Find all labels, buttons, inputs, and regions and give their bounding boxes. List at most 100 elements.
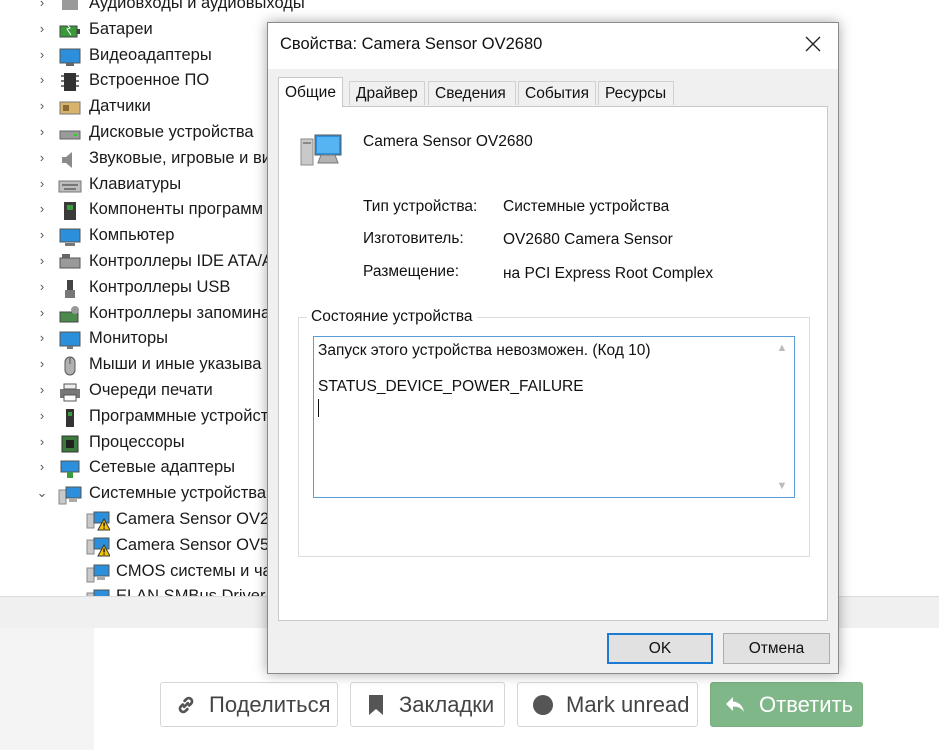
tree-item-label: Датчики [89, 97, 151, 116]
tree-item-label: Программные устройст [89, 406, 269, 425]
tree-item-label: Компоненты программ [89, 200, 263, 219]
chevron-right-icon[interactable]: › [35, 356, 49, 371]
tree-item-label: ELAN SMBus Driver [116, 587, 265, 596]
tree-item-label: Видеоадаптеры [89, 45, 212, 64]
reply-label: Ответить [759, 691, 854, 717]
tree-item-label: Компьютер [89, 226, 175, 245]
sensor-icon [58, 97, 82, 117]
printer-icon [58, 381, 82, 402]
reply-icon [723, 692, 749, 718]
system-device-icon [86, 562, 110, 583]
share-button[interactable]: Поделиться [160, 682, 338, 727]
chevron-right-icon[interactable]: › [35, 382, 49, 397]
chevron-right-icon[interactable]: › [35, 305, 49, 320]
status-scrollbar[interactable]: ▲ ▼ [771, 338, 793, 496]
device-type-value: Системные устройства [503, 198, 670, 215]
system-device-icon [86, 587, 110, 596]
tree-item-label: Сетевые адаптеры [89, 458, 235, 477]
tree-item-label: CMOS системы и ча [116, 561, 272, 580]
tree-category-item[interactable]: › Аудиовходы и аудиовыходы [0, 0, 939, 18]
computer-icon [58, 226, 82, 247]
chevron-right-icon[interactable]: › [35, 253, 49, 268]
tree-item-label: Контроллеры USB [89, 277, 231, 296]
tree-item-label: Батареи [89, 19, 153, 38]
tab-general[interactable]: Общие [278, 77, 343, 107]
system-device-icon [58, 484, 82, 505]
chevron-right-icon[interactable]: › [35, 98, 49, 113]
text-caret [318, 399, 319, 417]
tree-item-label: Мониторы [89, 329, 169, 348]
post-left-strip [0, 628, 94, 750]
ide-controller-icon [58, 252, 82, 272]
chevron-down-icon[interactable]: ⌄ [35, 485, 49, 501]
warning-device-icon [86, 536, 111, 557]
tree-item-label: Контроллеры IDE ATA/A [89, 251, 273, 270]
tree-item-label: Системные устройства [89, 484, 267, 503]
link-icon [173, 692, 199, 718]
dialog-title: Свойства: Camera Sensor OV2680 [280, 35, 543, 53]
close-icon[interactable] [802, 33, 824, 55]
mark-unread-label: Mark unread [566, 691, 690, 717]
tree-item-label: Клавиатуры [89, 174, 182, 193]
software-device-icon [58, 407, 82, 427]
usb-icon [58, 278, 82, 298]
status-message: Запуск этого устройства невозможен. (Код… [318, 342, 651, 359]
manufacturer-label: Изготовитель: [363, 230, 464, 247]
mark-unread-button[interactable]: Mark unread [517, 682, 698, 727]
network-adapter-icon [58, 458, 82, 479]
chevron-right-icon[interactable]: › [35, 279, 49, 294]
scroll-up-icon[interactable]: ▲ [771, 342, 793, 354]
circle-icon [530, 692, 556, 718]
chevron-right-icon[interactable]: › [35, 0, 49, 10]
tree-item-label: Очереди печати [89, 380, 213, 399]
display-adapter-icon [58, 46, 82, 66]
device-status-group: Состояние устройства Запуск этого устрой… [298, 308, 810, 557]
chevron-right-icon[interactable]: › [35, 21, 49, 36]
device-name: Camera Sensor OV2680 [363, 133, 533, 150]
cancel-button[interactable]: Отмена [723, 633, 830, 664]
chevron-right-icon[interactable]: › [35, 72, 49, 87]
chevron-right-icon[interactable]: › [35, 459, 49, 474]
warning-device-icon [86, 510, 111, 531]
device-status-textbox[interactable]: Запуск этого устройства невозможен. (Код… [313, 336, 795, 498]
tab-events[interactable]: События [518, 81, 596, 105]
tree-item-label: Аудиовходы и аудиовыходы [89, 0, 305, 12]
disk-drive-icon [58, 123, 82, 143]
tab-details[interactable]: Сведения [428, 81, 516, 105]
processor-icon [58, 433, 82, 453]
manufacturer-value: OV2680 Camera Sensor [503, 231, 673, 248]
tab-driver[interactable]: Драйвер [349, 81, 425, 105]
tree-item-label: Camera Sensor OV56 [116, 535, 279, 554]
ok-button[interactable]: OK [607, 633, 713, 664]
chevron-right-icon[interactable]: › [35, 124, 49, 139]
chevron-right-icon[interactable]: › [35, 330, 49, 345]
monitor-icon [58, 329, 82, 350]
tree-item-label: Звуковые, игровые и ви [89, 148, 271, 167]
bookmarks-label: Закладки [399, 691, 495, 717]
battery-icon [58, 20, 82, 40]
chevron-right-icon[interactable]: › [35, 408, 49, 423]
chevron-right-icon[interactable]: › [35, 150, 49, 165]
chevron-right-icon[interactable]: › [35, 176, 49, 191]
scroll-down-icon[interactable]: ▼ [771, 480, 793, 492]
chevron-right-icon[interactable]: › [35, 201, 49, 216]
location-value: на PCI Express Root Complex [503, 265, 714, 282]
general-tab-panel: Camera Sensor OV2680 Тип устройства: Сис… [278, 106, 828, 621]
bookmarks-button[interactable]: Закладки [350, 682, 505, 727]
chevron-right-icon[interactable]: › [35, 434, 49, 449]
software-component-icon [58, 200, 82, 221]
keyboard-icon [58, 175, 82, 195]
tree-item-label: Процессоры [89, 432, 185, 451]
tree-item-label: Контроллеры запомина [89, 303, 271, 322]
device-status-label: Состояние устройства [307, 308, 477, 326]
tab-resources[interactable]: Ресурсы [598, 81, 674, 105]
bookmark-icon [363, 692, 389, 718]
reply-button[interactable]: Ответить [710, 682, 863, 727]
chevron-right-icon[interactable]: › [35, 47, 49, 62]
chevron-right-icon[interactable]: › [35, 227, 49, 242]
location-label: Размещение: [363, 263, 459, 280]
tree-item-label: Встроенное ПО [89, 71, 210, 90]
mouse-icon [58, 355, 82, 376]
storage-controller-icon [58, 304, 82, 324]
speaker-icon [58, 149, 82, 169]
